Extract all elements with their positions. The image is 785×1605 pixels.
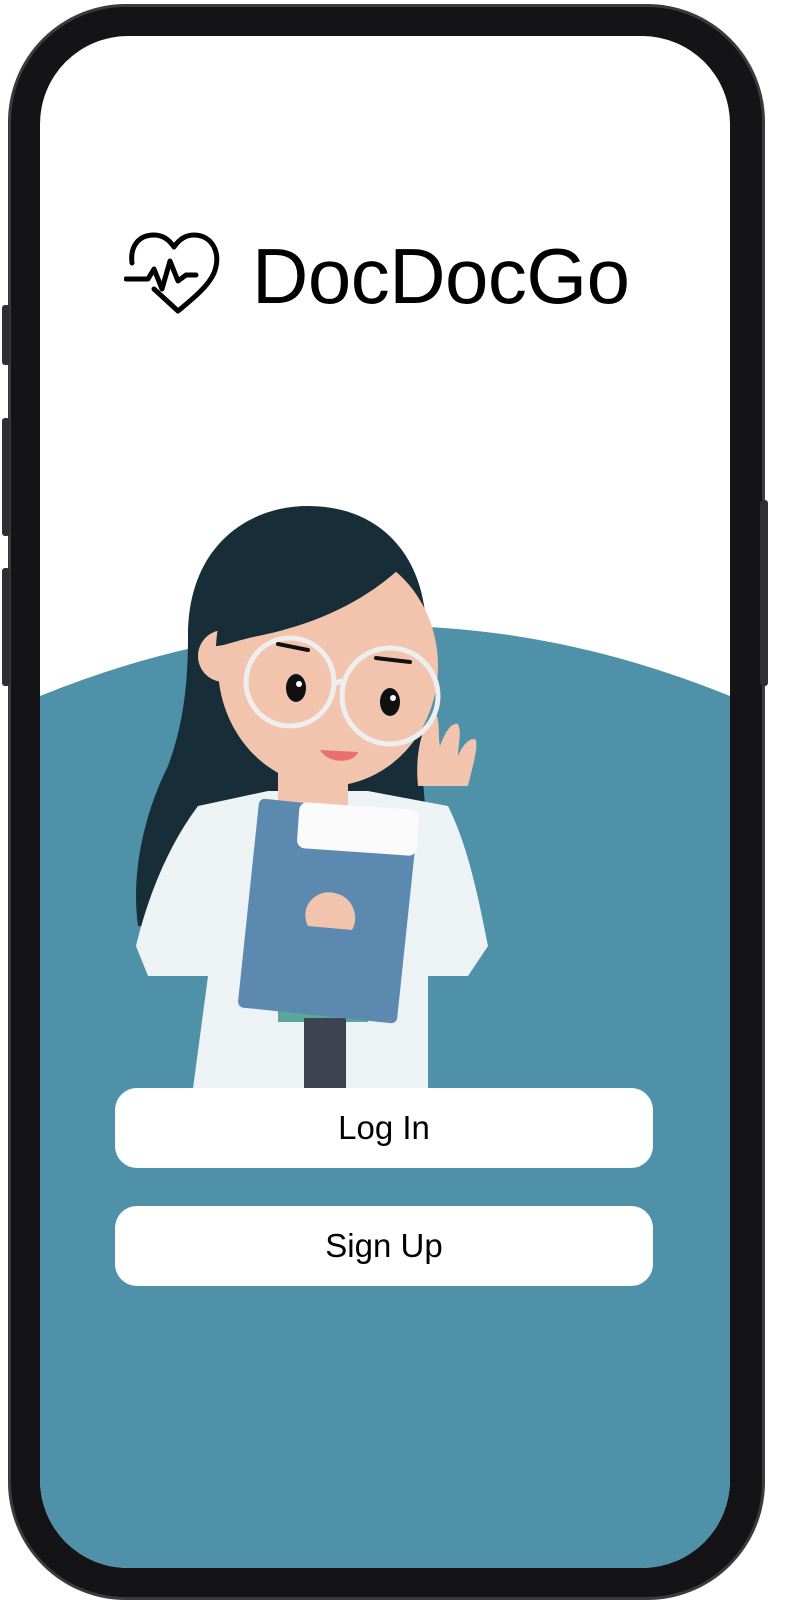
app-logo: DocDocGo [124,226,654,326]
doctor-illustration [136,506,488,1126]
login-button[interactable]: Log In [115,1088,653,1168]
screen: DocDocGo Log In Sign Up [40,36,730,1568]
mute-switch [2,305,10,365]
app-name: DocDocGo [252,232,630,320]
signup-button[interactable]: Sign Up [115,1206,653,1286]
heart-pulse-icon [124,232,220,314]
volume-up-button [2,418,10,536]
volume-down-button [2,568,10,686]
power-button [760,500,768,686]
